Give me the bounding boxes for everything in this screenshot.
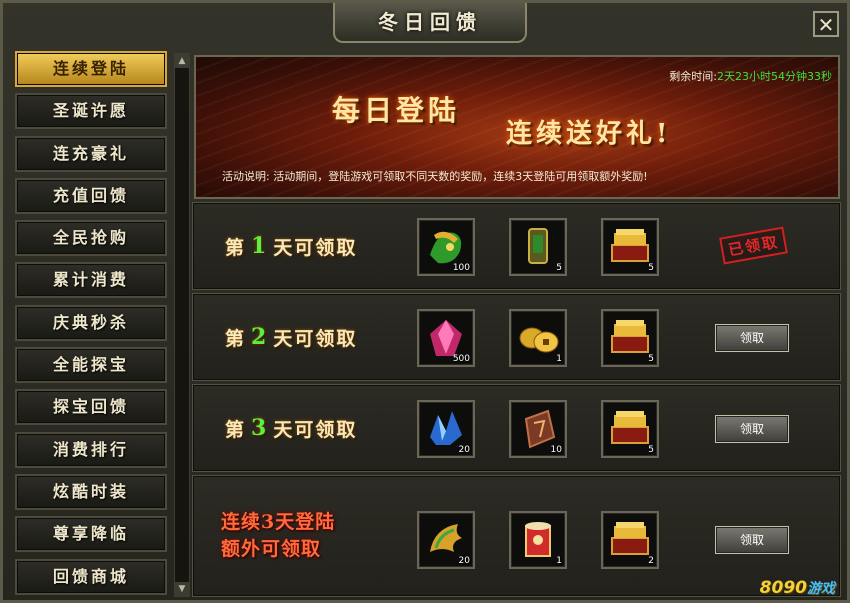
- reward-item[interactable]: 20: [417, 511, 475, 569]
- gold-coin-icon: [519, 327, 559, 353]
- sidebar-item-flash-buy[interactable]: 全民抢购: [15, 220, 167, 257]
- sidebar-item-fashion[interactable]: 炫酷时装: [15, 473, 167, 510]
- bonus-label: 连续3天登陆 额外可领取: [221, 476, 335, 596]
- event-banner: 剩余时间:2天23小时54分钟33秒 每日登陆 连续送好礼! 活动说明: 活动期…: [194, 55, 840, 199]
- reward-item[interactable]: 1: [509, 511, 567, 569]
- reward-item[interactable]: 20: [417, 400, 475, 458]
- reward-item[interactable]: 10: [509, 400, 567, 458]
- sidebar-item-feedback-shop[interactable]: 回馈商城: [15, 558, 167, 595]
- sidebar-item-treasure-hunt[interactable]: 全能探宝: [15, 347, 167, 384]
- gold-treasure-chest-icon: [611, 320, 649, 353]
- countdown-label: 剩余时间:: [669, 70, 717, 83]
- sidebar-item-consecutive-login[interactable]: 连续登陆: [15, 51, 167, 87]
- sidebar: 连续登陆 圣诞许愿 连充豪礼 充值回馈 全民抢购 累计消费 庆典秒杀 全能探宝 …: [15, 51, 167, 601]
- window-title: 冬日回馈: [333, 3, 527, 43]
- reward-item[interactable]: 5: [601, 309, 659, 367]
- reward-row-day-3: 第 3 天可领取 20 10 5 领取: [192, 384, 841, 472]
- claimed-stamp: 已领取: [719, 226, 788, 265]
- sidebar-item-recharge-feedback[interactable]: 充值回馈: [15, 177, 167, 214]
- day-label: 第 3 天可领取: [225, 415, 358, 441]
- sidebar-item-celebration-sale[interactable]: 庆典秒杀: [15, 304, 167, 341]
- bonus-label-line-1: 连续3天登陆: [221, 511, 336, 533]
- sidebar-item-cumulative-spend[interactable]: 累计消费: [15, 262, 167, 299]
- scroll-icon: [525, 522, 551, 557]
- sidebar-item-treasure-feedback[interactable]: 探宝回馈: [15, 389, 167, 426]
- day-label: 第 2 天可领取: [225, 324, 358, 350]
- event-window: 冬日回馈 ✕ 连续登陆 圣诞许愿 连充豪礼 充值回馈 全民抢购 累计消费 庆典秒…: [0, 0, 850, 603]
- sidebar-item-spending-rank[interactable]: 消费排行: [15, 431, 167, 468]
- sidebar-item-christmas-wish[interactable]: 圣诞许愿: [15, 93, 167, 130]
- reward-item[interactable]: 5: [601, 400, 659, 458]
- reward-row-day-1: 第 1 天可领取 100 5 5 已领取: [192, 202, 841, 290]
- reward-item[interactable]: 100: [417, 218, 475, 276]
- scroll-down-icon[interactable]: ▼: [175, 582, 189, 596]
- bonus-label-line-2: 额外可领取: [221, 538, 322, 560]
- reward-item[interactable]: 5: [601, 218, 659, 276]
- claim-button[interactable]: 领取: [715, 415, 789, 443]
- reward-row-bonus: 连续3天登陆 额外可领取 20 1 2 领取: [192, 475, 841, 597]
- sidebar-scrollbar[interactable]: ▲ ▼: [174, 53, 190, 597]
- sidebar-item-recharge-gifts[interactable]: 连充豪礼: [15, 135, 167, 172]
- countdown-value: 2天23小时54分钟33秒: [717, 70, 832, 83]
- banner-headline-2: 连续送好礼!: [506, 119, 672, 149]
- close-button[interactable]: ✕: [813, 11, 839, 37]
- site-watermark: 8090游戏: [759, 578, 835, 598]
- gold-treasure-chest-icon: [611, 411, 649, 444]
- scroll-up-icon[interactable]: ▲: [175, 54, 189, 68]
- sidebar-item-vip-arrival[interactable]: 尊享降临: [15, 516, 167, 553]
- reward-item[interactable]: 1: [509, 309, 567, 367]
- reward-item[interactable]: 500: [417, 309, 475, 367]
- reward-item[interactable]: 5: [509, 218, 567, 276]
- claim-button[interactable]: 领取: [715, 324, 789, 352]
- countdown: 剩余时间:2天23小时54分钟33秒: [669, 68, 832, 84]
- day-label: 第 1 天可领取: [225, 233, 358, 259]
- gold-treasure-chest-icon: [611, 229, 649, 262]
- gold-treasure-chest-icon: [611, 522, 649, 555]
- jade-token-icon: [528, 228, 548, 264]
- event-description: 活动说明: 活动期间，登陆游戏可领取不同天数的奖励，连续3天登陆可用领取额外奖励…: [222, 170, 648, 183]
- banner-headline-1: 每日登陆: [332, 94, 461, 127]
- reward-item[interactable]: 2: [601, 511, 659, 569]
- claim-button[interactable]: 领取: [715, 526, 789, 554]
- reward-row-day-2: 第 2 天可领取 500 1 5 领取: [192, 293, 841, 381]
